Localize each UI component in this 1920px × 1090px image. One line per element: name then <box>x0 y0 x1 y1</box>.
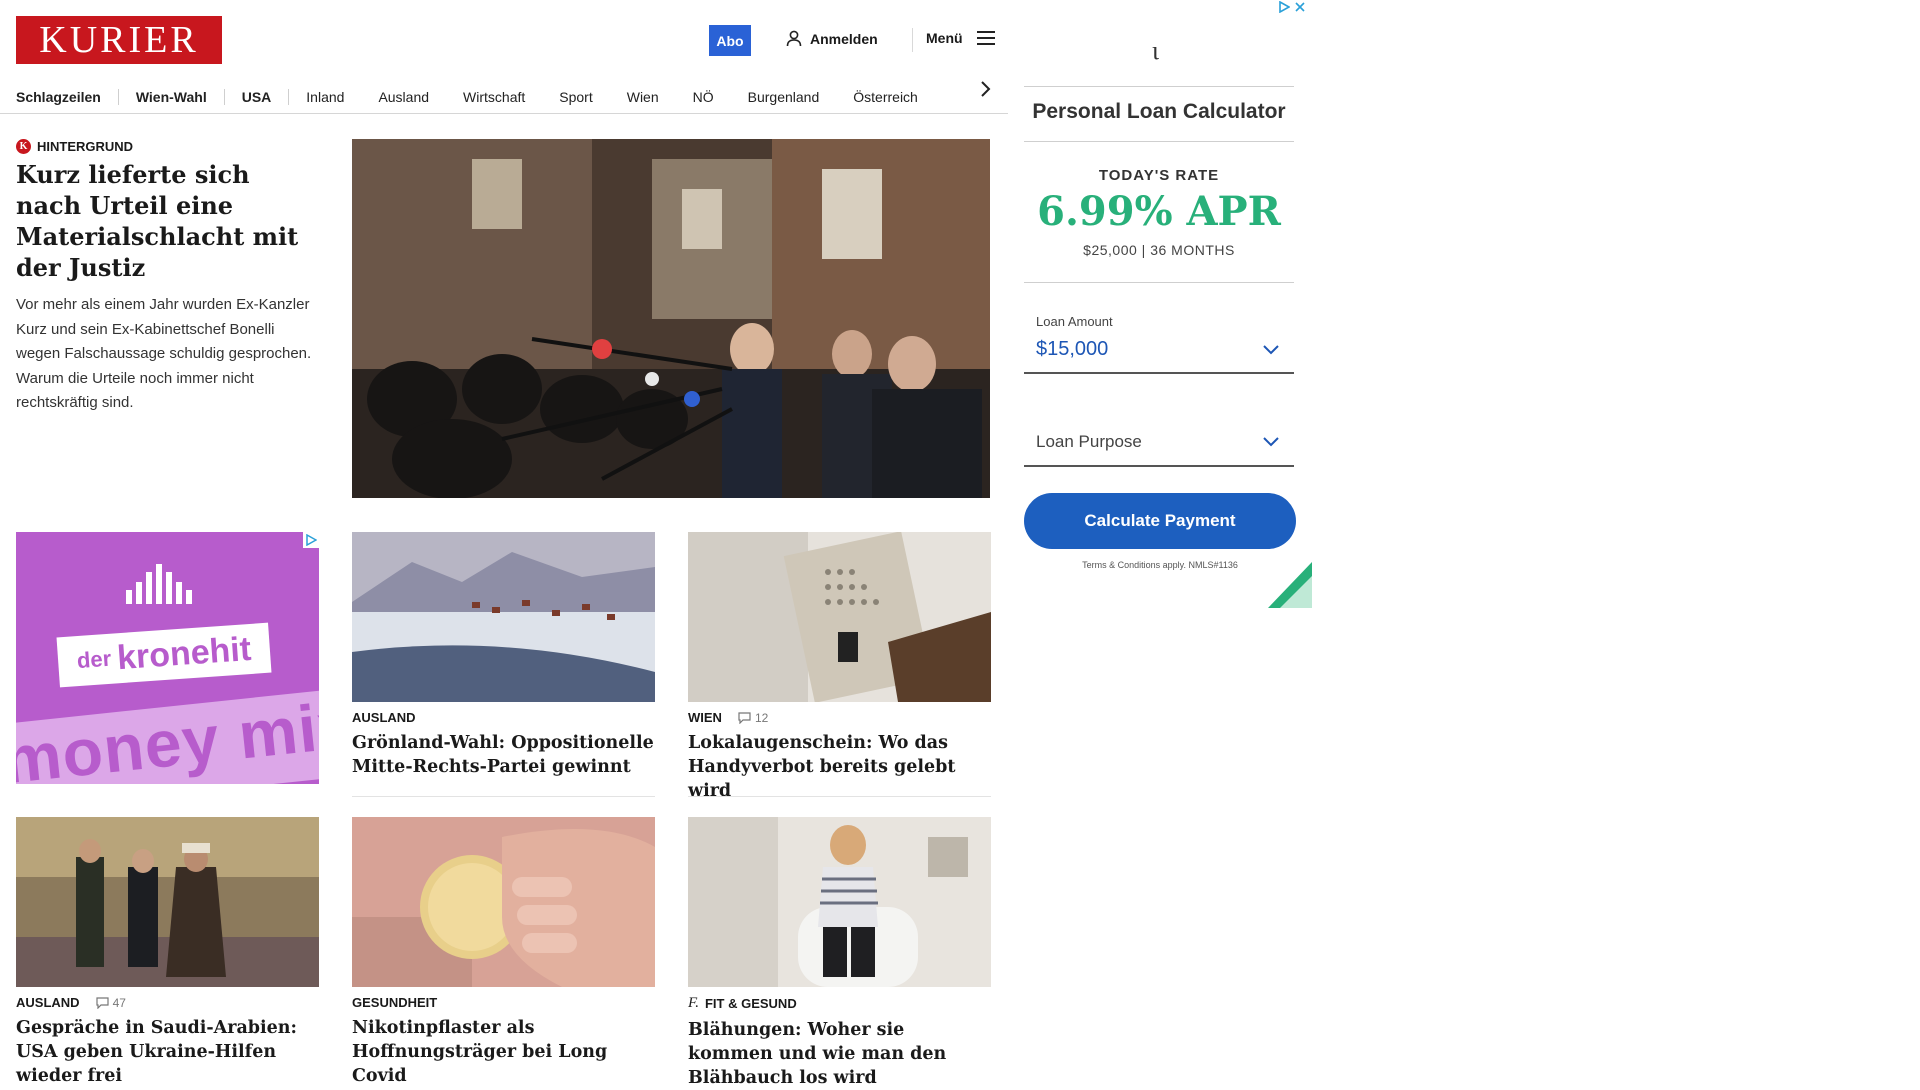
fit-gesund-icon: f. <box>688 995 699 1011</box>
crown-icon <box>126 564 192 604</box>
field-underline <box>1024 372 1294 374</box>
article-card[interactable]: GESUNDHEIT Nikotinpflaster als Hoffnungs… <box>352 817 655 1088</box>
article-title[interactable]: Nikotinpflaster als Hoffnungsträger bei … <box>352 1016 655 1088</box>
article-card[interactable]: AUSLAND 47 Gespräche in Saudi-Arabien: U… <box>16 817 319 1088</box>
kronehit-brand: der kronehit <box>56 622 272 688</box>
ad-divider <box>1024 86 1294 87</box>
article-image[interactable] <box>352 532 655 702</box>
loan-amount-select[interactable]: $15,000 <box>1036 338 1108 361</box>
article-image[interactable] <box>688 817 991 987</box>
article-kicker: WIEN <box>688 710 722 725</box>
ad-controls <box>1278 1 1306 13</box>
article-title[interactable]: Blähungen: Woher sie kommen und wie man … <box>688 1018 991 1090</box>
comment-icon <box>738 711 751 724</box>
loan-purpose-select[interactable]: Loan Purpose <box>1036 432 1142 452</box>
article-card[interactable]: f. FIT & GESUND Blähungen: Woher sie kom… <box>688 817 991 1090</box>
ad-tagline: money mix <box>16 686 319 784</box>
field-underline <box>1024 465 1294 467</box>
article-kicker: AUSLAND <box>16 995 80 1010</box>
header-divider-line <box>0 113 1008 114</box>
kronehit-brand-prefix: der <box>76 645 113 674</box>
terms-text: Terms & Conditions apply. NMLS#1136 <box>1082 560 1238 570</box>
user-icon <box>786 30 802 47</box>
nav-item-wien-wahl[interactable]: Wien-Wahl <box>119 89 224 105</box>
article-image[interactable] <box>352 817 655 987</box>
comment-count-value: 47 <box>112 995 126 1010</box>
adchoices-icon[interactable] <box>303 532 319 548</box>
menu-button[interactable]: Menü <box>926 30 995 46</box>
lead-image[interactable] <box>352 139 990 498</box>
nav-item-sport[interactable]: Sport <box>542 89 609 105</box>
chevron-down-icon[interactable] <box>1262 436 1280 448</box>
loan-amount-label: Loan Amount <box>1036 314 1113 329</box>
article-meta: AUSLAND <box>352 710 655 725</box>
comment-count[interactable]: 47 <box>95 995 126 1010</box>
rate-value: 6.99% APR <box>1037 188 1281 235</box>
article-title[interactable]: Lokalaugenschein: Wo das Handyverbot ber… <box>688 731 991 803</box>
article-kicker: GESUNDHEIT <box>352 995 438 1010</box>
nav-item-schlagzeilen[interactable]: Schlagzeilen <box>16 89 118 105</box>
lead-headline[interactable]: Kurz lieferte sich nach Urteil eine Mate… <box>16 159 316 283</box>
kronehit-brand-name: kronehit <box>115 629 253 677</box>
ad-divider <box>1024 282 1294 283</box>
chevron-down-icon[interactable] <box>1262 344 1280 356</box>
lead-kicker-label: HINTERGRUND <box>37 139 134 154</box>
abo-button[interactable]: Abo <box>709 25 751 56</box>
ad-divider <box>1024 141 1294 142</box>
kronehit-ad[interactable]: der kronehit money mix <box>16 532 319 784</box>
chevron-right-icon[interactable] <box>978 80 992 98</box>
article-meta: WIEN 12 <box>688 710 991 725</box>
article-kicker: FIT & GESUND <box>704 996 797 1011</box>
rate-label: TODAY'S RATE <box>1098 167 1220 184</box>
adchoices-icon[interactable] <box>1278 1 1290 13</box>
card-divider <box>688 796 991 797</box>
close-icon[interactable] <box>1294 1 1306 13</box>
kurier-logo[interactable]: KURIER <box>16 16 222 64</box>
article-meta: f. FIT & GESUND <box>688 995 991 1012</box>
login-button[interactable]: Anmelden <box>786 30 878 47</box>
hamburger-icon <box>976 31 995 45</box>
nav-item-ausland[interactable]: Ausland <box>361 89 446 105</box>
calculate-payment-button[interactable]: Calculate Payment <box>1024 493 1296 549</box>
article-meta: GESUNDHEIT <box>352 995 655 1010</box>
article-title[interactable]: Grönland-Wahl: Oppositionelle Mitte-Rech… <box>352 731 655 779</box>
article-kicker: AUSLAND <box>352 710 416 725</box>
nav-item-wirtschaft[interactable]: Wirtschaft <box>446 89 542 105</box>
lead-kicker: K HINTERGRUND <box>16 139 133 154</box>
nav-item-burgenland[interactable]: Burgenland <box>731 89 837 105</box>
header-divider <box>912 28 913 52</box>
comment-icon <box>95 996 109 1009</box>
lead-teaser[interactable]: Vor mehr als einem Jahr wurden Ex-Kanzle… <box>16 293 316 416</box>
article-card[interactable]: AUSLAND Grönland-Wahl: Oppositionelle Mi… <box>352 532 655 779</box>
nav-item-wien[interactable]: Wien <box>610 89 676 105</box>
rate-detail: $25,000 | 36 MONTHS <box>1083 242 1235 258</box>
article-image[interactable] <box>688 532 991 702</box>
nav-item-inland[interactable]: Inland <box>289 89 361 105</box>
nav-item-oesterreich[interactable]: Österreich <box>836 89 935 105</box>
menu-label: Menü <box>926 30 963 46</box>
calculator-title: Personal Loan Calculator <box>1032 100 1286 123</box>
nav-item-noe[interactable]: NÖ <box>676 89 731 105</box>
section-nav: Schlagzeilen Wien-Wahl USA Inland Auslan… <box>16 80 1006 114</box>
article-title[interactable]: Gespräche in Saudi-Arabien: USA geben Uk… <box>16 1016 319 1088</box>
card-divider <box>352 796 655 797</box>
login-label: Anmelden <box>810 30 878 47</box>
article-image[interactable] <box>16 817 319 987</box>
advertiser-logo[interactable]: ι <box>1152 36 1159 66</box>
comment-count-value: 12 <box>754 710 769 725</box>
ad-corner-decoration <box>1268 562 1312 608</box>
article-meta: AUSLAND 47 <box>16 995 319 1010</box>
nav-item-usa[interactable]: USA <box>225 89 289 105</box>
article-card[interactable]: WIEN 12 Lokalaugenschein: Wo das Handyve… <box>688 532 991 803</box>
comment-count[interactable]: 12 <box>738 711 768 725</box>
kurier-plus-icon: K <box>16 139 31 154</box>
